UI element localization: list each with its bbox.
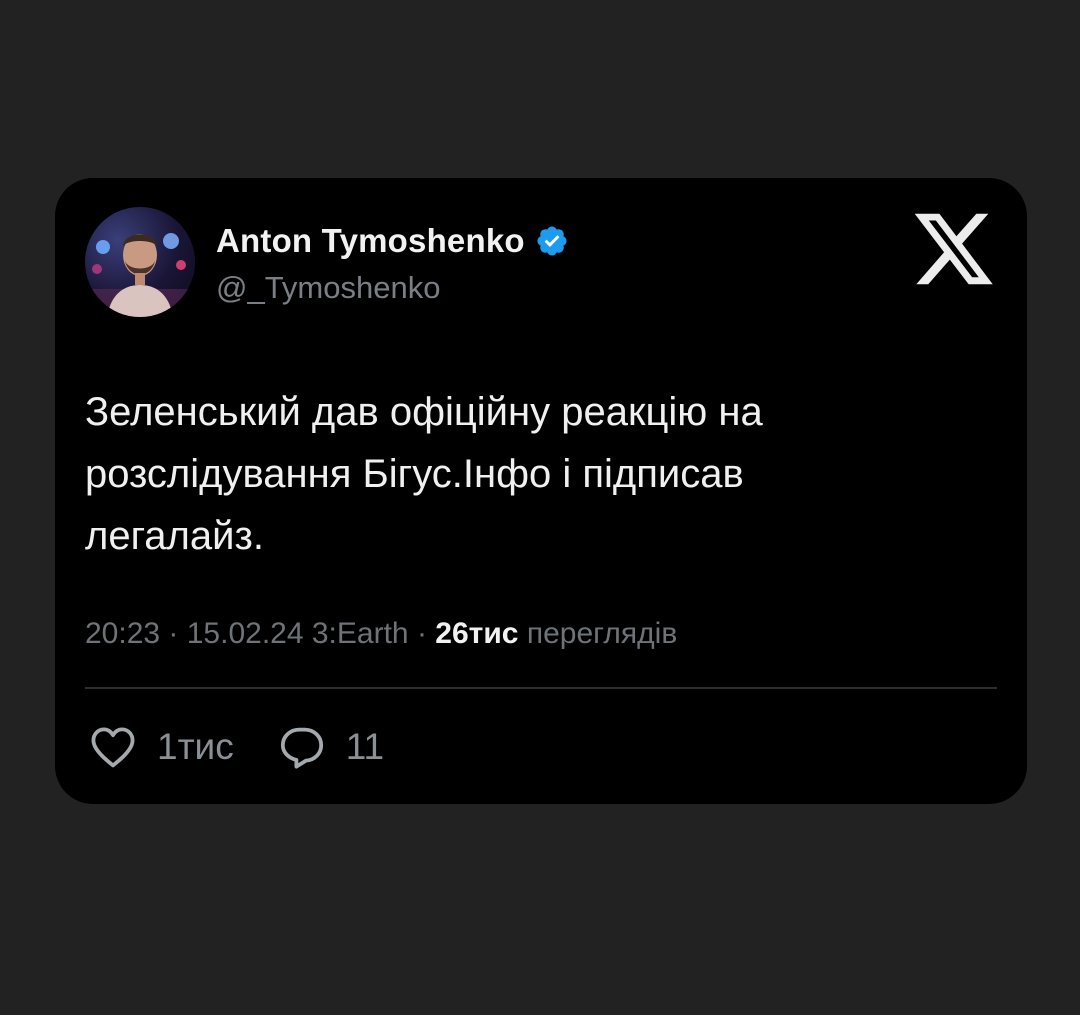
verified-badge-icon (537, 226, 567, 256)
reply-count: 11 (345, 726, 385, 767)
tweet-card: Anton Tymoshenko @_Tymoshenko Зеленський… (55, 178, 1027, 804)
heart-icon (91, 727, 135, 768)
tweet-actions: 1тис 11 (89, 724, 428, 770)
like-count: 1тис (157, 726, 234, 767)
tweet-date[interactable]: 15.02.24 (187, 617, 304, 650)
avatar[interactable] (85, 207, 195, 317)
tweet-text: Зеленський дав офіційну реакцію на розсл… (85, 381, 985, 567)
tweet-text-line: легалайз. (85, 514, 264, 558)
author-name[interactable]: Anton Tymoshenko (216, 222, 525, 260)
comment-icon (280, 727, 323, 769)
like-button[interactable]: 1тис (89, 725, 234, 769)
author-handle[interactable]: @_Tymoshenko (216, 270, 440, 306)
avatar-photo (85, 233, 195, 317)
tweet-source: 3:Earth (311, 617, 409, 650)
tweet-text-line: розслідування Бігус.Інфо і підписав (85, 452, 744, 496)
reply-button[interactable]: 11 (278, 725, 384, 769)
x-logo-icon (915, 213, 993, 285)
views-label: переглядів (526, 617, 678, 650)
tweet-time[interactable]: 20:23 (85, 617, 160, 650)
views-count: 26тис (435, 617, 519, 650)
divider (85, 687, 997, 689)
tweet-meta: 20:23 · 15.02.24 3:Earth · 26тис перегля… (85, 617, 677, 651)
meta-separator: · (408, 617, 436, 650)
tweet-text-line: Зеленський дав офіційну реакцію на (85, 390, 763, 434)
meta-separator: · (160, 617, 187, 650)
author-name-row: Anton Tymoshenko (216, 220, 569, 262)
